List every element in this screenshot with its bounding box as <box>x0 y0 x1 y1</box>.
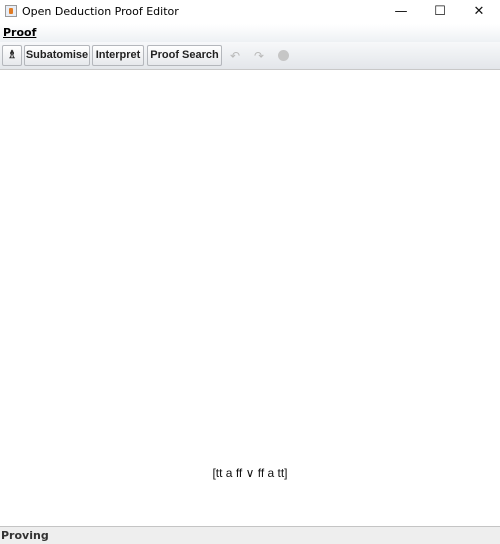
undo-icon[interactable]: ↶ <box>227 48 243 64</box>
redo-icon[interactable]: ↷ <box>251 48 267 64</box>
subatomise-button[interactable]: Subatomise <box>24 45 90 66</box>
close-button[interactable]: ✕ <box>460 0 498 24</box>
toolbar: ♗ Subatomise Interpret Proof Search ↶ ↷ <box>0 42 500 70</box>
proof-canvas[interactable]: [tt a ff ∨ ff a tt] <box>0 70 500 526</box>
tree-icon-button[interactable]: ♗ <box>2 45 22 66</box>
window-title: Open Deduction Proof Editor <box>22 5 179 18</box>
menu-proof[interactable]: Proof <box>3 26 36 40</box>
proof-search-button[interactable]: Proof Search <box>147 45 222 66</box>
tree-icon: ♗ <box>7 49 17 61</box>
proof-formula[interactable]: [tt a ff ∨ ff a tt] <box>0 466 500 480</box>
maximize-button[interactable]: ☐ <box>421 0 459 24</box>
title-bar: Open Deduction Proof Editor — ☐ ✕ <box>0 0 500 24</box>
stop-icon[interactable] <box>275 48 291 64</box>
status-bar: Proving <box>0 526 500 544</box>
interpret-button[interactable]: Interpret <box>92 45 144 66</box>
menu-bar: Proof <box>0 24 500 42</box>
minimize-button[interactable]: — <box>382 0 420 24</box>
status-text: Proving <box>1 529 49 542</box>
java-app-icon <box>5 5 17 17</box>
